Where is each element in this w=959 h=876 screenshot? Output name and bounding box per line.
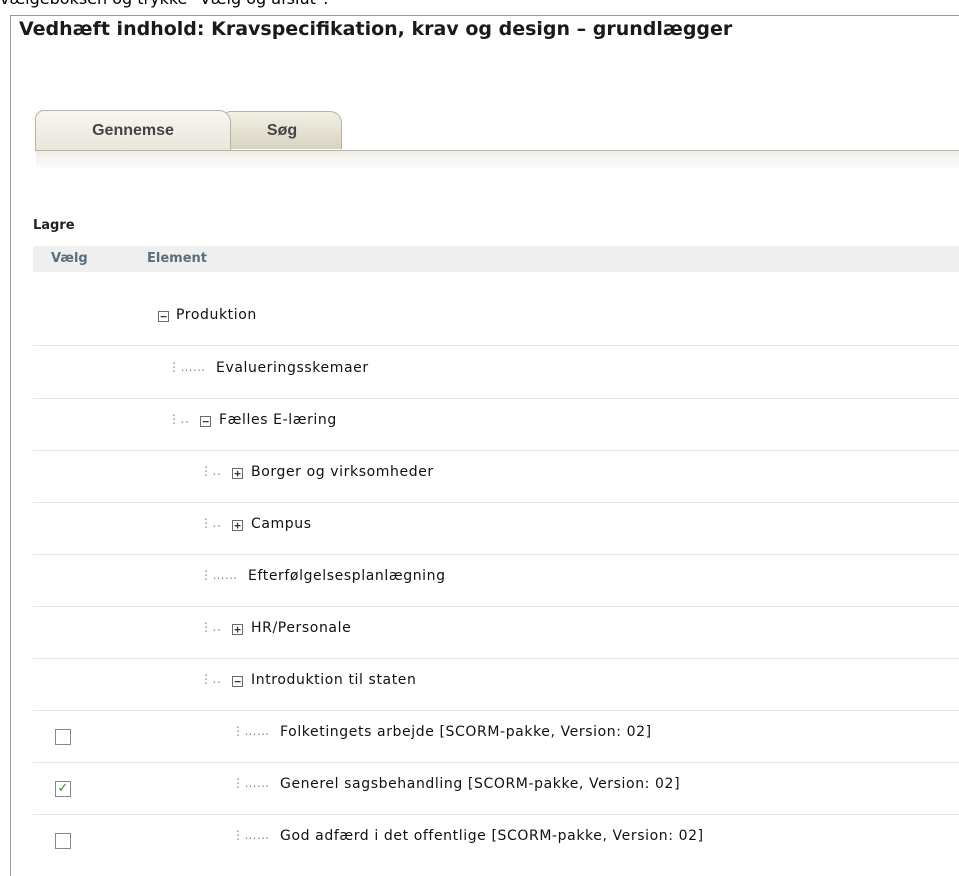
select-checkbox[interactable]: ✓ [55, 781, 71, 797]
tree-row-generel: ✓ ⋮…… Generel sagsbehandling [SCORM-pakk… [33, 762, 959, 815]
tree-item-label[interactable]: Campus [251, 516, 312, 532]
tree-connector: ⋮…… [200, 568, 238, 582]
collapse-icon[interactable]: − [200, 416, 211, 427]
tree-row-evalueringsskemaer: ⋮…… Evalueringsskemaer [33, 346, 959, 399]
select-checkbox[interactable] [55, 833, 71, 849]
tree-item-label[interactable]: Introduktion til staten [251, 672, 417, 688]
tree-connector: ⋮…… [232, 776, 270, 790]
tree-row-efterfoelgelse: ⋮…… Efterfølgelsesplanlægning [33, 554, 959, 607]
tree-item-label[interactable]: Generel sagsbehandling [SCORM-pakke, Ver… [280, 776, 680, 792]
panel-title: Vedhæft indhold: Kravspecifikation, krav… [19, 18, 733, 40]
expand-icon[interactable]: + [232, 624, 243, 635]
expand-icon[interactable]: + [232, 520, 243, 531]
tree-row-folketingets: ⋮…… Folketingets arbejde [SCORM-pakke, V… [33, 710, 959, 763]
collapse-icon[interactable]: − [158, 311, 169, 322]
tree-row-god-adfaerd: ⋮…… God adfærd i det offentlige [SCORM-p… [33, 814, 959, 866]
tree-row-faelles-elaering: ⋮.. − Fælles E-læring [33, 398, 959, 451]
instruction-text-cut: vælgeboksen og trykke "Vælg og afslut". [0, 0, 328, 8]
column-header-select: Vælg [51, 251, 88, 266]
tree-row-produktion: − Produktion [33, 295, 959, 346]
tree-row-borger: ⋮.. + Borger og virksomheder [33, 450, 959, 503]
tree-connector: ⋮.. [200, 672, 222, 686]
table-header: Vælg Element [33, 246, 959, 272]
tab-search[interactable]: Søg [222, 111, 342, 149]
tree-connector: ⋮.. [200, 516, 222, 530]
tree-row-introduktion: ⋮.. − Introduktion til staten [33, 658, 959, 711]
tree-connector: ⋮…… [168, 360, 206, 374]
tree-connector: ⋮…… [232, 724, 270, 738]
tree-item-label[interactable]: God adfærd i det offentlige [SCORM-pakke… [280, 828, 704, 844]
tree-item-label[interactable]: Produktion [176, 307, 257, 323]
tree-row-hr: ⋮.. + HR/Personale [33, 606, 959, 659]
tree-item-label[interactable]: HR/Personale [251, 620, 351, 636]
tab-browse[interactable]: Gennemse [35, 110, 231, 150]
section-title: Lagre [33, 218, 75, 233]
tree-item-label[interactable]: Borger og virksomheder [251, 464, 434, 480]
select-checkbox[interactable] [55, 729, 71, 745]
column-header-element: Element [147, 251, 207, 266]
tree-item-label[interactable]: Evalueringsskemaer [216, 360, 369, 376]
tree-connector: ⋮.. [168, 412, 190, 426]
tree-connector: ⋮.. [200, 620, 222, 634]
tab-content-shade [36, 151, 959, 171]
tree-item-label[interactable]: Folketingets arbejde [SCORM-pakke, Versi… [280, 724, 652, 740]
tree-connector: ⋮…… [232, 828, 270, 842]
collapse-icon[interactable]: − [232, 676, 243, 687]
tree-connector: ⋮.. [200, 464, 222, 478]
tree-item-label[interactable]: Efterfølgelsesplanlægning [248, 568, 446, 584]
tree-item-label[interactable]: Fælles E-læring [219, 412, 337, 428]
expand-icon[interactable]: + [232, 468, 243, 479]
tree-row-campus: ⋮.. + Campus [33, 502, 959, 555]
